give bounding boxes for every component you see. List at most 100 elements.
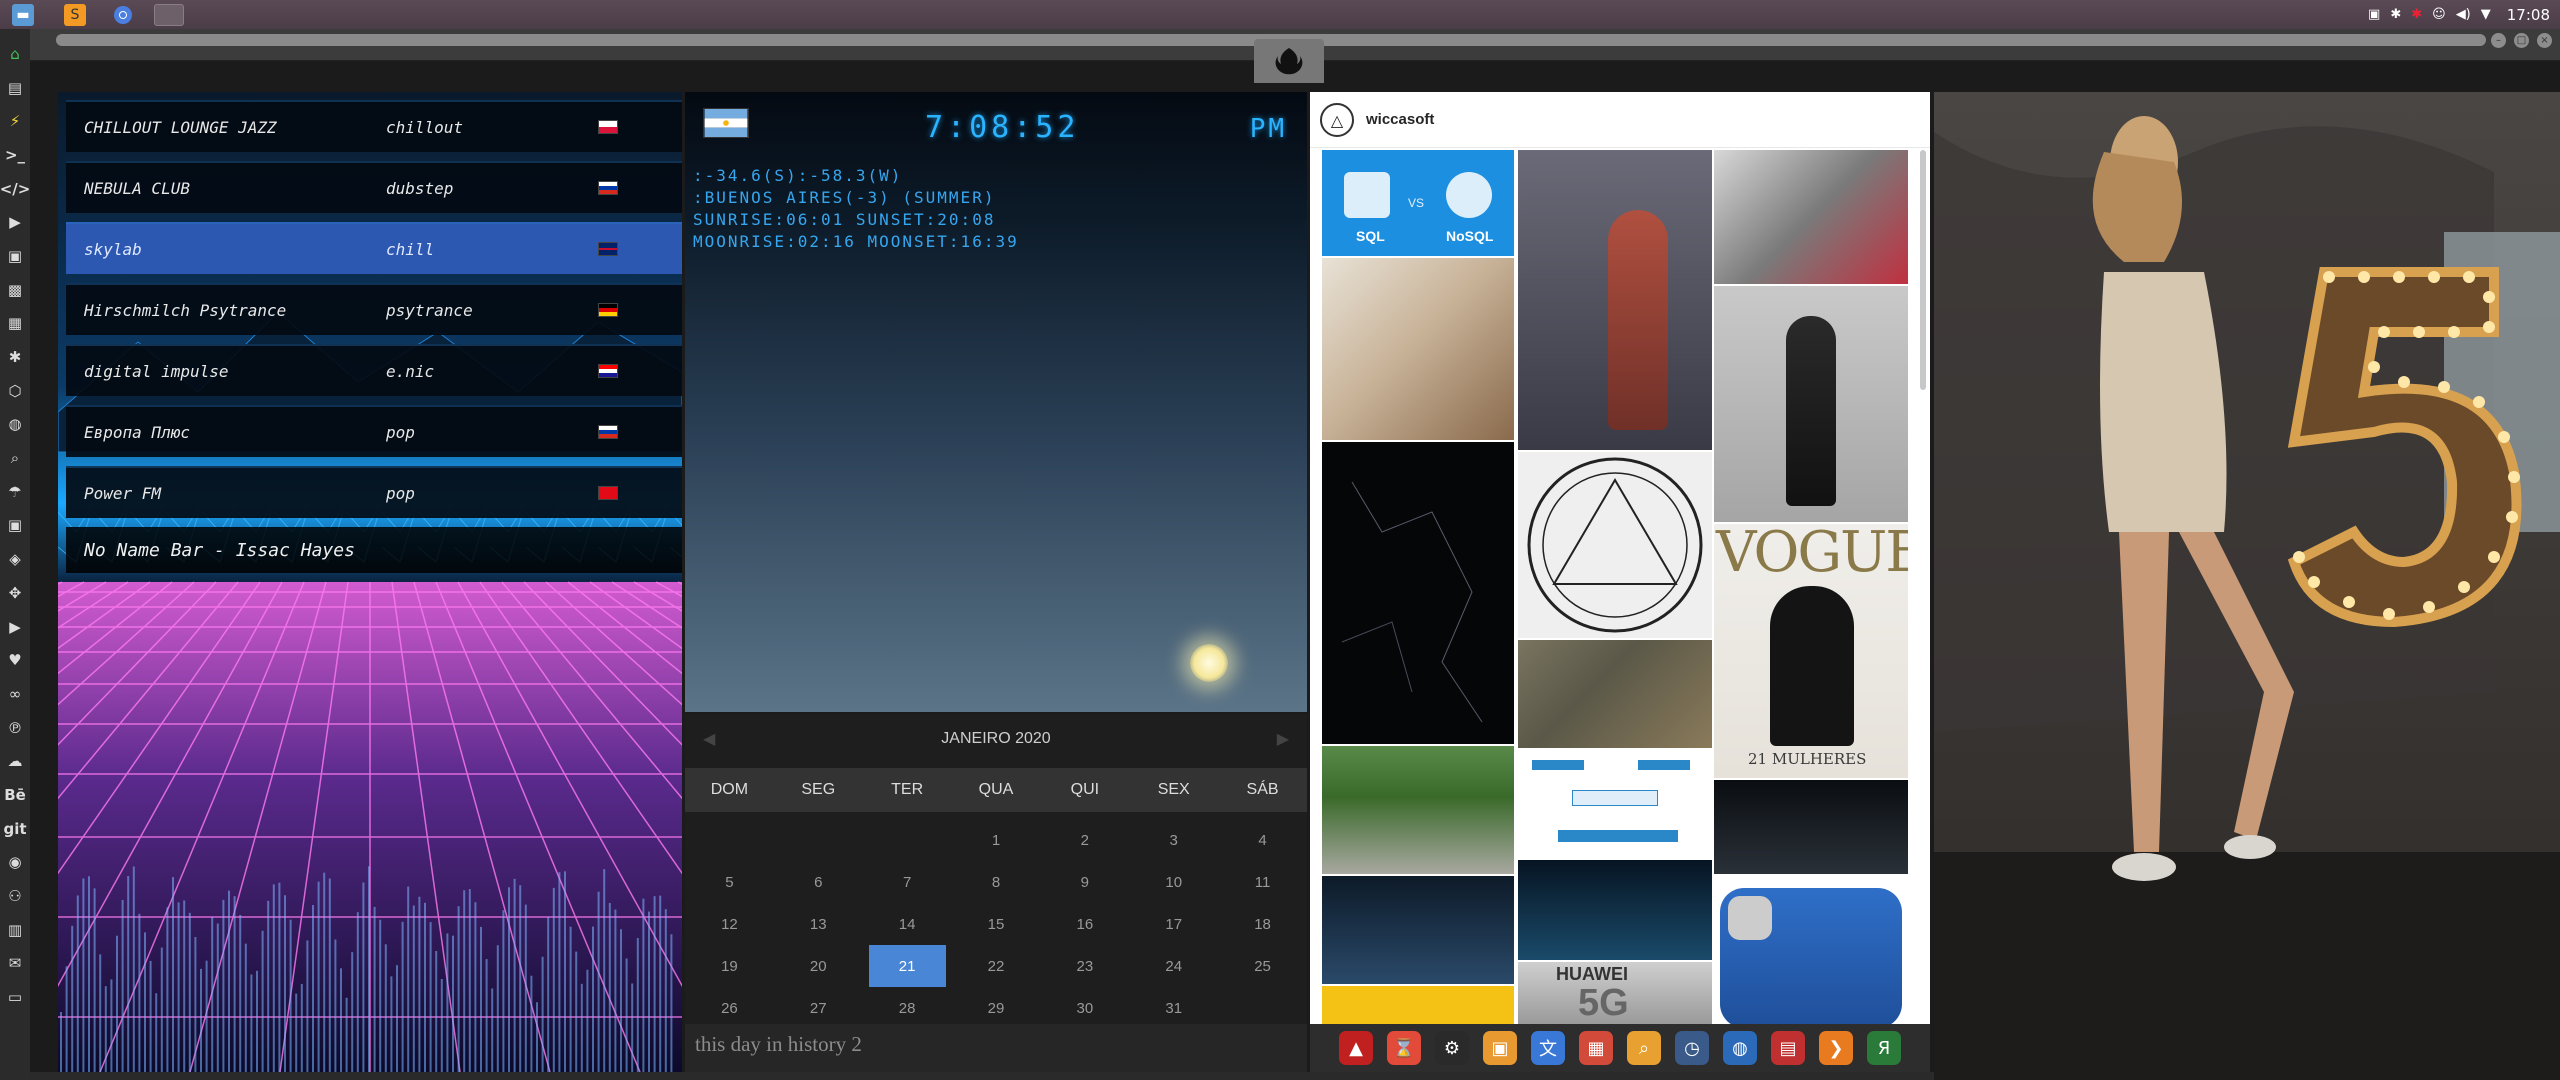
post-photo[interactable] — [1322, 258, 1514, 440]
calendar-day[interactable]: 21 — [868, 945, 946, 987]
hourglass-icon[interactable]: ⌛ — [1387, 1031, 1421, 1065]
calendar-day[interactable]: 3 — [1129, 819, 1218, 861]
image-icon[interactable]: ▩ — [0, 273, 30, 307]
calendar-day[interactable]: 8 — [952, 861, 1041, 903]
hexagon-icon[interactable]: ⬡ — [0, 374, 30, 408]
git-icon[interactable]: git — [0, 812, 30, 846]
bluetooth-icon[interactable]: ✱ — [2390, 7, 2401, 22]
post-photo[interactable] — [1322, 442, 1514, 744]
calendar-day[interactable]: 29 — [952, 987, 1041, 1029]
github-icon[interactable]: ◉ — [0, 846, 30, 880]
prev-month-icon[interactable]: ◀ — [703, 729, 715, 748]
calendar-day[interactable]: 15 — [952, 903, 1041, 945]
code-icon[interactable]: </> — [0, 172, 30, 206]
calendar-day[interactable]: 16 — [1040, 903, 1129, 945]
screenshot-icon[interactable]: ▣ — [2368, 7, 2380, 22]
settings-icon[interactable]: ✱ — [0, 340, 30, 374]
maximize-button[interactable]: □ — [2514, 33, 2529, 48]
calendar-day[interactable]: 2 — [1040, 819, 1129, 861]
station-row[interactable]: Европа Плюс pop — [66, 405, 682, 457]
post-photo[interactable] — [1714, 286, 1908, 522]
calendar-day[interactable]: 28 — [863, 987, 952, 1029]
calendar-day[interactable]: 26 — [685, 987, 774, 1029]
station-row[interactable]: CHILLOUT LOUNGE JAZZ chillout — [66, 100, 682, 152]
document-icon[interactable]: ▤ — [0, 71, 30, 105]
calendar-day[interactable]: 30 — [1040, 987, 1129, 1029]
bolt-icon[interactable]: ⚡ — [0, 104, 30, 138]
post-photo[interactable] — [1518, 640, 1712, 748]
station-row[interactable]: NEBULA CLUB dubstep — [66, 161, 682, 213]
calendar-day[interactable]: 7 — [863, 861, 952, 903]
calendar-day[interactable]: 9 — [1040, 861, 1129, 903]
post-photo[interactable] — [1518, 860, 1712, 960]
pinterest-icon[interactable]: ℗ — [0, 711, 30, 745]
calendar-day[interactable]: 31 — [1129, 987, 1218, 1029]
scrollbar[interactable] — [1920, 150, 1926, 390]
history-widget[interactable]: this day in history 2 — [685, 1024, 1307, 1072]
station-row[interactable]: Hirschmilch Psytrance psytrance — [66, 283, 682, 335]
accessibility-icon[interactable]: ☺ — [2432, 7, 2446, 22]
calendar-day[interactable]: 18 — [1218, 903, 1307, 945]
behance-icon[interactable]: Bē — [0, 778, 30, 812]
acrobat-icon[interactable]: ▲ — [1339, 1031, 1373, 1065]
calendar-day[interactable]: 1 — [952, 819, 1041, 861]
calendar-day[interactable]: 4 — [1218, 819, 1307, 861]
minimize-button[interactable]: – — [2491, 33, 2506, 48]
play-icon[interactable]: ▶ — [0, 205, 30, 239]
calendar-day[interactable]: 25 — [1218, 945, 1307, 987]
arrow-icon[interactable]: ❯ — [1819, 1031, 1853, 1065]
username[interactable]: wiccasoft — [1366, 111, 1434, 128]
calendar-day[interactable]: 5 — [685, 861, 774, 903]
post-photo[interactable] — [1518, 452, 1712, 638]
expand-icon[interactable]: ✥ — [0, 576, 30, 610]
tag-icon[interactable]: ◈ — [0, 542, 30, 576]
avatar[interactable]: △ — [1320, 103, 1354, 137]
post-photo[interactable] — [1518, 150, 1712, 450]
station-row[interactable]: digital impulse e.nic — [66, 344, 682, 396]
yandex-icon[interactable]: Я — [1867, 1031, 1901, 1065]
window-icon[interactable] — [154, 3, 184, 26]
heart-icon[interactable]: ♥ — [0, 643, 30, 677]
mail-icon[interactable]: ✉ — [0, 947, 30, 981]
youtube-icon[interactable]: ▶ — [0, 610, 30, 644]
monitor-icon[interactable]: ▭ — [0, 980, 30, 1014]
calendar-day[interactable]: 6 — [774, 861, 863, 903]
close-button[interactable]: × — [2537, 33, 2552, 48]
calendar-day[interactable]: 22 — [952, 945, 1041, 987]
post-photo[interactable] — [1322, 986, 1514, 1024]
wifi-icon[interactable]: ▼ — [2481, 7, 2491, 22]
chrome-icon[interactable] — [110, 4, 136, 26]
system-clock[interactable]: 17:08 — [2507, 6, 2550, 24]
next-month-icon[interactable]: ▶ — [1277, 729, 1289, 748]
contact-icon[interactable]: ▣ — [0, 509, 30, 543]
search-icon[interactable]: ⌕ — [0, 441, 30, 475]
calendar-day[interactable]: 19 — [685, 945, 774, 987]
calendar-day[interactable]: 14 — [863, 903, 952, 945]
clock-icon[interactable]: ◷ — [1675, 1031, 1709, 1065]
calendar-day[interactable]: 11 — [1218, 861, 1307, 903]
people-icon[interactable]: ⚇ — [0, 879, 30, 913]
calendar-icon[interactable]: ▤ — [1771, 1031, 1805, 1065]
globe-icon[interactable]: ◍ — [0, 408, 30, 442]
home-icon[interactable]: ⌂ — [0, 37, 30, 71]
infinity-icon[interactable]: ∞ — [0, 677, 30, 711]
post-huawei-5g[interactable]: HUAWEI 5G — [1518, 962, 1712, 1024]
terminal-icon[interactable]: >_ — [0, 138, 30, 172]
cloud-icon[interactable]: ☁ — [0, 744, 30, 778]
post-sql-vs-nosql[interactable]: SQL VS NoSQL — [1322, 150, 1514, 256]
translate-icon[interactable]: 文 — [1531, 1031, 1565, 1065]
post-photo[interactable] — [1714, 150, 1908, 284]
photos-icon[interactable]: ▣ — [1483, 1031, 1517, 1065]
umbrella-icon[interactable]: ☂ — [0, 475, 30, 509]
calendar-day[interactable]: 13 — [774, 903, 863, 945]
post-photo[interactable] — [1518, 750, 1712, 858]
post-photo[interactable] — [1714, 780, 1908, 874]
map-icon[interactable]: ▥ — [0, 913, 30, 947]
post-photo[interactable] — [1322, 746, 1514, 874]
video-icon[interactable]: ▣ — [0, 239, 30, 273]
calendar-day[interactable]: 23 — [1040, 945, 1129, 987]
ubuntu-icon[interactable]: ⚙ — [1435, 1031, 1469, 1065]
calendar-icon[interactable]: ▦ — [1579, 1031, 1613, 1065]
post-vogue-cover[interactable]: VOGUE 21 MULHERES — [1714, 524, 1908, 778]
calendar-day[interactable]: 17 — [1129, 903, 1218, 945]
